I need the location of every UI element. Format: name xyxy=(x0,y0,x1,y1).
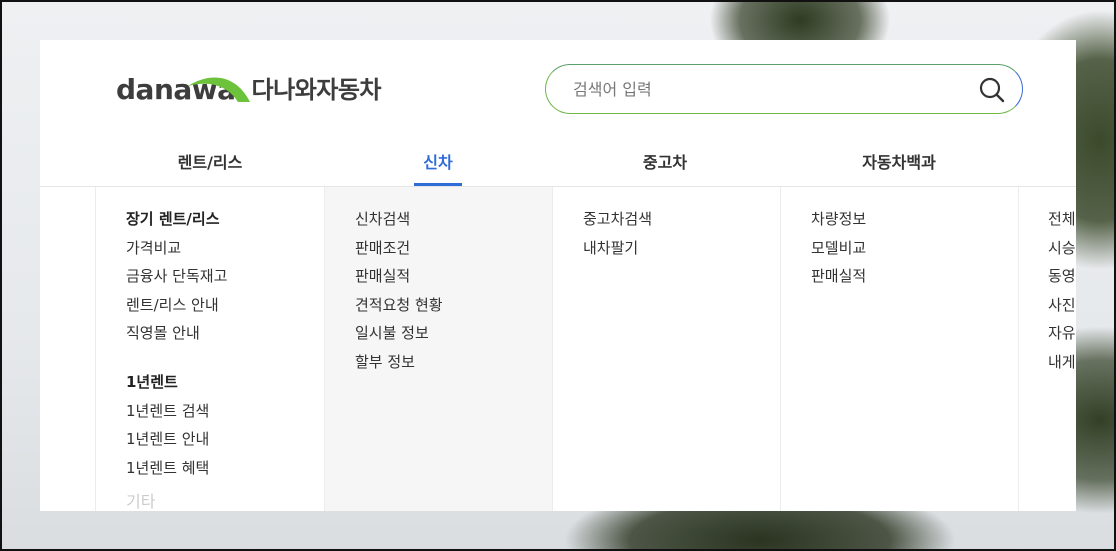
menu-item[interactable]: 신차검색 xyxy=(355,205,552,234)
nav-tab-rent-lease[interactable]: 렌트/리스 xyxy=(172,148,248,186)
menu-item[interactable]: 중고차검색 xyxy=(583,205,780,234)
site-name: 다나와자동차 xyxy=(251,76,382,104)
menu-item[interactable]: 차량정보 xyxy=(811,205,1018,234)
nav-tab-used-car[interactable]: 중고차 xyxy=(638,148,692,186)
menu-item[interactable]: 동영 xyxy=(1048,262,1076,291)
menu-item[interactable]: 내차팔기 xyxy=(583,234,780,263)
search-box xyxy=(545,64,1023,114)
menu-item[interactable]: 판매조건 xyxy=(355,234,552,263)
menu-item[interactable]: 사진 xyxy=(1048,291,1076,320)
menu-item[interactable]: 시승 xyxy=(1048,234,1076,263)
menu-item-cut-off: 기타 xyxy=(126,492,156,511)
search-input[interactable] xyxy=(571,73,955,105)
menu-item[interactable]: 모델비교 xyxy=(811,234,1018,263)
menu-item[interactable]: 1년렌트 검색 xyxy=(126,397,324,426)
nav-tab-encyclopedia[interactable]: 자동차백과 xyxy=(854,148,944,186)
menu-heading-one-year-rent: 1년렌트 xyxy=(126,372,178,391)
menu-column-encyclopedia: 차량정보 모델비교 판매실적 xyxy=(780,187,1018,511)
menu-item[interactable]: 내게 xyxy=(1048,348,1076,377)
menu-item[interactable]: 금융사 단독재고 xyxy=(126,262,324,291)
nav-tab-new-car[interactable]: 신차 xyxy=(414,148,462,186)
menu-item[interactable]: 렌트/리스 안내 xyxy=(126,291,324,320)
menu-item[interactable]: 직영몰 안내 xyxy=(126,319,324,348)
menu-item[interactable]: 1년렌트 혜택 xyxy=(126,454,324,483)
mega-menu: 장기 렌트/리스 가격비교 금융사 단독재고 렌트/리스 안내 직영몰 안내 1… xyxy=(40,187,1076,511)
menu-item[interactable]: 일시불 정보 xyxy=(355,319,552,348)
menu-group-gap xyxy=(126,348,324,368)
menu-item[interactable]: 견적요청 현황 xyxy=(355,291,552,320)
menu-item[interactable]: 가격비교 xyxy=(126,234,324,263)
site-logo[interactable]: danawa 다나와자동차 xyxy=(116,70,382,110)
menu-item[interactable]: 할부 정보 xyxy=(355,348,552,377)
menu-heading-long-term-rent: 장기 렌트/리스 xyxy=(126,210,220,228)
search-icon[interactable] xyxy=(978,76,1006,104)
menu-item[interactable]: 자유 xyxy=(1048,319,1076,348)
menu-column-community: 전체 시승 동영 사진 자유 내게 xyxy=(1018,187,1076,511)
menu-item[interactable]: 1년렌트 안내 xyxy=(126,425,324,454)
menu-column-new-car: 신차검색 판매조건 판매실적 견적요청 현황 일시불 정보 할부 정보 xyxy=(324,187,552,511)
logo-swoosh-icon xyxy=(188,77,250,102)
menu-item[interactable]: 판매실적 xyxy=(811,262,1018,291)
menu-column-rent-lease: 장기 렌트/리스 가격비교 금융사 단독재고 렌트/리스 안내 직영몰 안내 1… xyxy=(95,187,324,511)
header-panel: danawa 다나와자동차 렌트/리스 신차 중고차 자동차백과 장기 렌트/리… xyxy=(40,40,1076,511)
menu-column-used-car: 중고차검색 내차팔기 xyxy=(552,187,780,511)
menu-item[interactable]: 판매실적 xyxy=(355,262,552,291)
main-nav: 렌트/리스 신차 중고차 자동차백과 xyxy=(40,148,1076,186)
menu-item[interactable]: 전체 xyxy=(1048,205,1076,234)
